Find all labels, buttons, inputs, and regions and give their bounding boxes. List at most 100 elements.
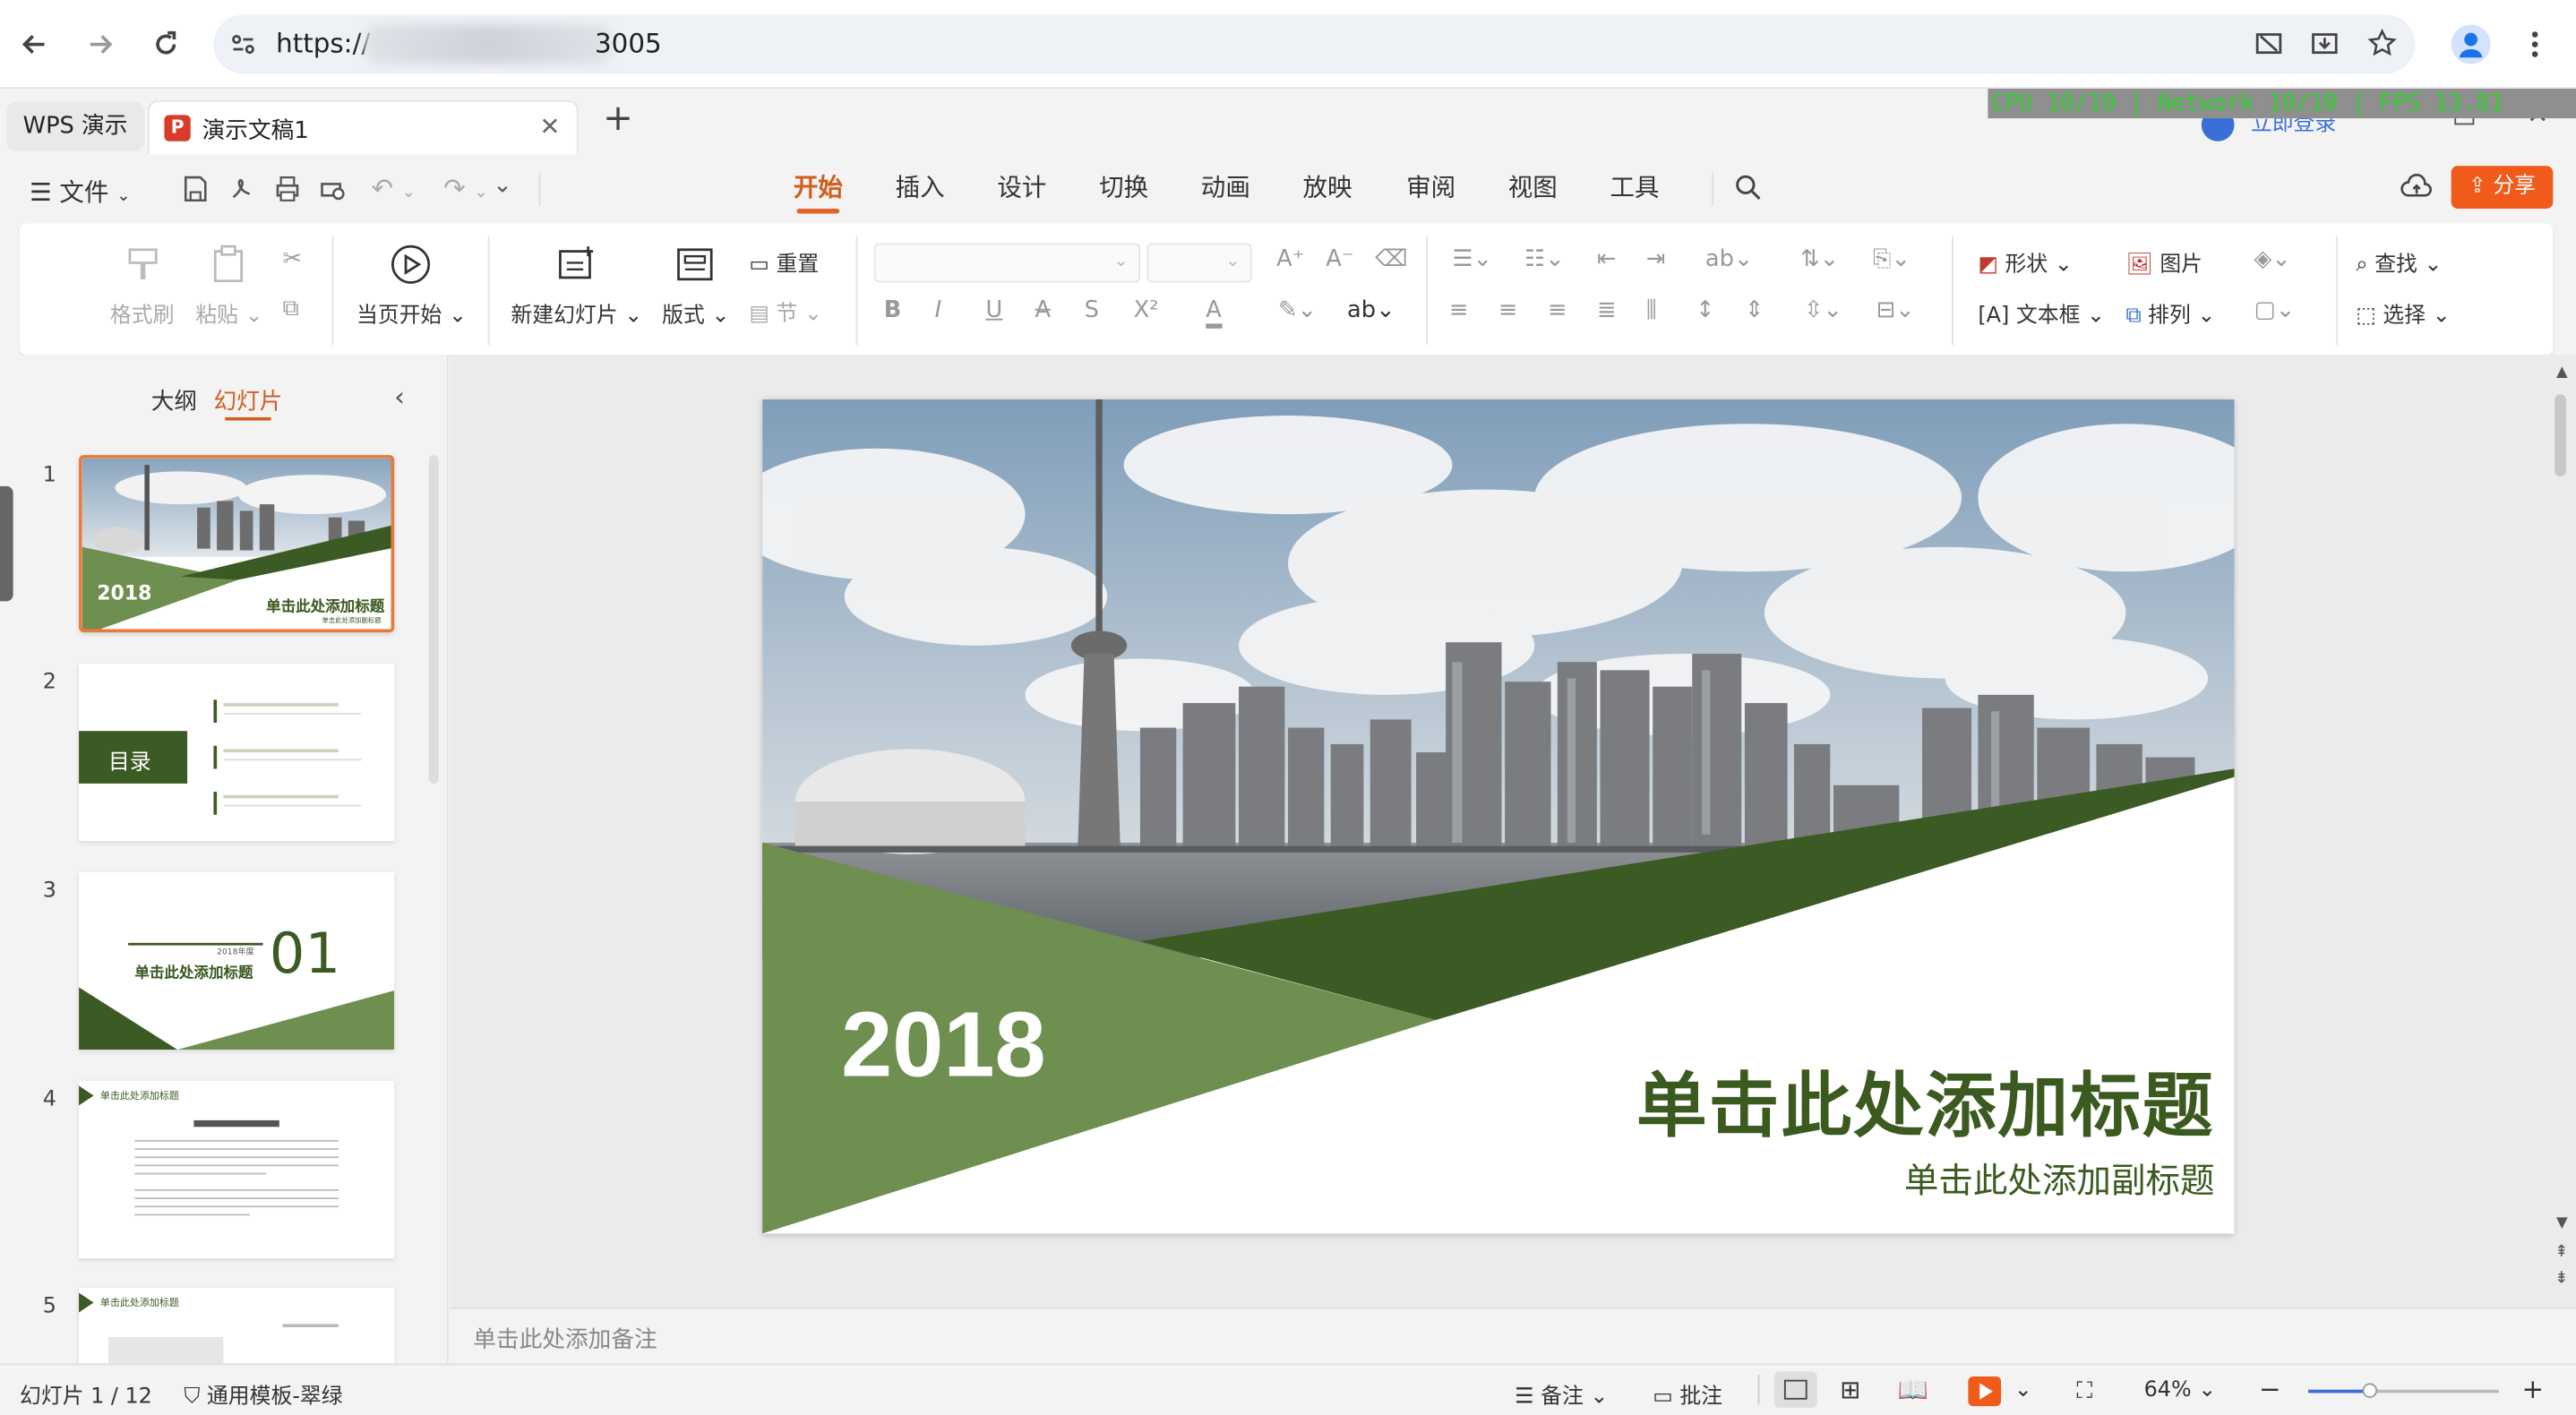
copy-icon[interactable]: ⧉ (282, 296, 298, 322)
star-icon[interactable] (2367, 28, 2397, 57)
italic-icon[interactable]: I (935, 297, 942, 323)
tab-transition[interactable]: 切换 (1099, 171, 1148, 214)
cloud-upload-icon[interactable] (2400, 173, 2434, 202)
from-current-button[interactable]: 当页开始 ⌄ (356, 297, 467, 329)
outline-icon[interactable]: ▢⌄ (2254, 297, 2296, 323)
tab-insert[interactable]: 插入 (896, 171, 945, 214)
zoom-out-icon[interactable]: − (2259, 1373, 2281, 1404)
zoom-slider-handle[interactable] (2362, 1383, 2378, 1398)
increase-indent-icon[interactable]: ⇥ (1646, 246, 1666, 272)
panel-scrollbar[interactable] (428, 455, 439, 784)
tab-slides[interactable]: 幻灯片 (213, 384, 282, 417)
cut-icon[interactable]: ✂ (282, 246, 302, 272)
superscript-icon[interactable]: X² (1134, 297, 1159, 323)
address-bar[interactable]: https:// 3005 (213, 14, 2416, 74)
slide-title-placeholder[interactable]: 单击此处添加标题 (1636, 1050, 2215, 1152)
tab-review[interactable]: 审阅 (1406, 171, 1455, 214)
font-shrink-icon[interactable]: A⁻ (1326, 246, 1353, 272)
strikethrough-icon[interactable]: A (1035, 297, 1052, 323)
clear-format-icon[interactable]: ⌫ (1375, 246, 1407, 272)
close-icon[interactable]: ✕ (539, 112, 560, 142)
tab-design[interactable]: 设计 (997, 171, 1046, 214)
zoom-level[interactable]: 64% ⌄ (2144, 1378, 2217, 1403)
underline-icon[interactable]: U (986, 297, 1003, 323)
fill-icon[interactable]: ◈⌄ (2254, 246, 2291, 272)
print-icon[interactable] (272, 174, 302, 203)
play-options-chevron-icon[interactable]: ⌄ (2014, 1378, 2032, 1403)
forward-icon[interactable] (79, 23, 122, 66)
zoom-in-icon[interactable]: + (2521, 1373, 2544, 1404)
bold-icon[interactable]: B (884, 297, 902, 323)
textbox-button[interactable]: [A] 文本框 ⌄ (1978, 297, 2105, 329)
menu-icon[interactable] (2527, 28, 2543, 61)
screen-icon[interactable] (2254, 30, 2284, 59)
decrease-indent-icon[interactable]: ⇤ (1597, 246, 1617, 272)
tab-document[interactable]: P 演示文稿1 ✕ (148, 99, 579, 155)
line-spacing-icon[interactable]: ↕ (1696, 297, 1715, 323)
highlight-icon[interactable]: ✎⌄ (1278, 297, 1317, 323)
align-left-icon[interactable]: ≡ (1449, 297, 1469, 323)
slide-thumbnail-4[interactable]: 单击此处添加标题 (79, 1080, 395, 1258)
undo-icon[interactable]: ↶ ⌄ (372, 173, 416, 204)
panel-handle[interactable] (0, 485, 13, 602)
comment-toggle[interactable]: ▭ 批注 (1653, 1378, 1722, 1410)
align-right-icon[interactable]: ≡ (1548, 297, 1567, 323)
reset-button[interactable]: ▭ 重置 (749, 246, 819, 278)
slide-thumbnail-3[interactable]: 2018年度 单击此处添加标题 01 (79, 871, 395, 1051)
font-family-select[interactable]: ⌄ (873, 243, 1140, 283)
template-button[interactable]: ⛉ 通用模板-翠绿 (184, 1378, 342, 1410)
numbered-list-icon[interactable]: ☷⌄ (1524, 246, 1565, 272)
font-size-select[interactable]: ⌄ (1146, 243, 1252, 283)
format-painter-button[interactable]: 格式刷 (110, 297, 175, 329)
play-slideshow-button[interactable] (1968, 1376, 2002, 1407)
slide-thumbnail-1[interactable]: 2018 单击此处添加标题 单击此处添加副标题 (79, 455, 395, 633)
section-button[interactable]: ▤ 节 ⌄ (749, 296, 822, 327)
font-grow-icon[interactable]: A⁺ (1276, 246, 1304, 272)
slide-subtitle-placeholder[interactable]: 单击此处添加副标题 (1904, 1154, 2215, 1204)
scroll-up-icon[interactable]: ▲ (2556, 364, 2568, 381)
back-icon[interactable] (13, 23, 56, 66)
print-preview-icon[interactable] (319, 174, 348, 203)
tab-view[interactable]: 视图 (1508, 171, 1558, 214)
slide-year[interactable]: 2018 (841, 990, 1046, 1097)
redo-icon[interactable]: ↷ ⌄ (443, 173, 487, 204)
sort-icon[interactable]: ⇅⌄ (1800, 246, 1839, 272)
search-icon[interactable] (1733, 173, 1763, 202)
new-slide-button[interactable]: 新建幻灯片 ⌄ (511, 297, 642, 329)
tab-animation[interactable]: 动画 (1201, 171, 1250, 214)
tab-wps[interactable]: WPS 演示 (6, 101, 144, 151)
shadow-icon[interactable]: S (1085, 297, 1099, 323)
editor-scrollbar-thumb[interactable] (2555, 394, 2567, 476)
tab-home[interactable]: 开始 (794, 171, 843, 214)
reading-view-icon[interactable]: 📖 (1898, 1375, 1928, 1404)
align-center-icon[interactable]: ≡ (1498, 297, 1518, 323)
text-direction-icon[interactable]: ab⌄ (1705, 246, 1754, 272)
export-pdf-icon[interactable] (227, 174, 256, 203)
normal-view-icon[interactable] (1773, 1371, 1817, 1408)
spacing-options-icon[interactable]: ⇳⌄ (1804, 297, 1842, 323)
profile-icon[interactable] (2451, 24, 2491, 64)
new-tab-icon[interactable]: + (603, 99, 633, 140)
para-spacing-icon[interactable]: ⇕ (1745, 297, 1765, 323)
tab-outline[interactable]: 大纲 (151, 384, 197, 417)
slide-canvas[interactable]: 2018 单击此处添加标题 单击此处添加副标题 (762, 399, 2235, 1234)
notes-placeholder[interactable]: 单击此处添加备注 (473, 1323, 657, 1356)
select-button[interactable]: ⬚ 选择 ⌄ (2356, 297, 2450, 329)
install-icon[interactable] (2310, 30, 2340, 59)
fit-window-icon[interactable]: ⛶ (2076, 1378, 2092, 1404)
distribute-icon[interactable]: ⫼ (1646, 297, 1657, 323)
font-color-icon[interactable]: A (1206, 297, 1222, 329)
sorter-view-icon[interactable]: ⊞ (1840, 1375, 1860, 1404)
save-icon[interactable] (181, 174, 210, 203)
notes-pane[interactable]: 单击此处添加备注 (450, 1308, 2576, 1364)
scroll-down-icon[interactable]: ▼ (2556, 1215, 2568, 1231)
reload-icon[interactable] (144, 23, 187, 66)
file-menu[interactable]: ☰ 文件 ⌄ (30, 174, 131, 209)
more-chevron-icon[interactable]: ⌄ (493, 173, 512, 199)
collapse-panel-icon[interactable]: ‹ (394, 382, 405, 413)
notes-toggle[interactable]: ☰ 备注 ⌄ (1515, 1378, 1608, 1410)
bullet-list-icon[interactable]: ☰⌄ (1452, 246, 1492, 272)
slide-thumbnail-5[interactable]: 单击此处添加标题 (79, 1288, 395, 1364)
site-info-icon[interactable] (230, 31, 256, 57)
tab-tools[interactable]: 工具 (1610, 171, 1660, 214)
